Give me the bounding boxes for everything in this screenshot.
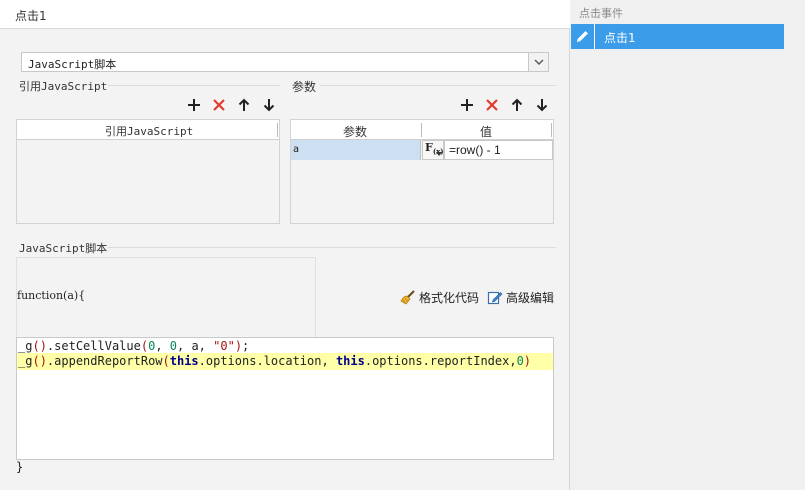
events-panel-title: 点击事件 [579, 7, 623, 20]
editor-title-bar: 点击1 [0, 0, 570, 29]
params-divider [320, 85, 556, 86]
function-footer: } [16, 460, 24, 474]
code-line-highlighted[interactable]: _g().appendReportRow(this.options.locati… [17, 353, 553, 370]
ref-js-move-up-icon[interactable] [236, 97, 252, 113]
param-add-icon[interactable] [459, 97, 475, 113]
edit-icon [487, 291, 503, 305]
code-editor[interactable]: _g().setCellValue(0, 0, a, "0"); _g().ap… [16, 337, 554, 460]
params-column-name: 参数 [343, 125, 368, 139]
param-name-cell[interactable]: a [291, 140, 421, 160]
ref-js-table: 引用JavaScript [16, 119, 280, 224]
ref-js-column-header: 引用JavaScript [105, 125, 194, 138]
event-label: 点击1 [604, 31, 636, 45]
formula-button[interactable]: F(x) [422, 140, 444, 160]
column-divider[interactable] [421, 123, 422, 137]
format-code-label: 格式化代码 [419, 291, 480, 305]
chevron-down-icon[interactable] [528, 53, 548, 71]
param-value: =row() - 1 [449, 143, 501, 157]
table-row[interactable]: a F(x) =row() - 1 [291, 140, 553, 160]
function-signature: function(a){ [17, 289, 86, 302]
script-type-value: JavaScript脚本 [28, 58, 117, 71]
event-list-item[interactable]: 点击1 [571, 24, 784, 49]
ref-js-divider [108, 85, 280, 86]
pencil-icon[interactable] [571, 24, 595, 49]
editor-title: 点击1 [15, 9, 47, 23]
ref-js-add-icon[interactable] [186, 97, 202, 113]
event-editor-panel: 点击1 JavaScript脚本 引用JavaScript 引用JavaScri… [0, 0, 570, 490]
param-name: a [293, 144, 300, 155]
events-panel: 点击事件 点击1 [571, 0, 805, 490]
param-move-down-icon[interactable] [534, 97, 550, 113]
params-table: 参数 值 a F(x) =row() - 1 [290, 119, 554, 224]
param-move-up-icon[interactable] [509, 97, 525, 113]
function-header-box: function(a){ [16, 257, 316, 337]
ref-js-section-label: 引用JavaScript [19, 80, 108, 93]
params-table-header: 参数 值 [291, 120, 553, 140]
script-section-label: JavaScript脚本 [19, 242, 108, 255]
params-column-value: 值 [480, 125, 493, 139]
column-resize-handle[interactable] [551, 123, 552, 137]
ref-js-delete-icon[interactable] [211, 97, 227, 113]
script-type-select[interactable]: JavaScript脚本 [21, 52, 549, 72]
broom-icon [400, 290, 415, 305]
column-resize-handle[interactable] [277, 123, 278, 137]
params-section-label: 参数 [292, 80, 317, 94]
ref-js-table-header: 引用JavaScript [17, 120, 279, 140]
param-delete-icon[interactable] [484, 97, 500, 113]
advanced-edit-label: 高级编辑 [506, 291, 555, 305]
param-value-input[interactable]: =row() - 1 [444, 140, 553, 160]
script-divider [108, 247, 556, 248]
formula-dropdown-icon[interactable] [436, 152, 442, 156]
ref-js-move-down-icon[interactable] [261, 97, 277, 113]
